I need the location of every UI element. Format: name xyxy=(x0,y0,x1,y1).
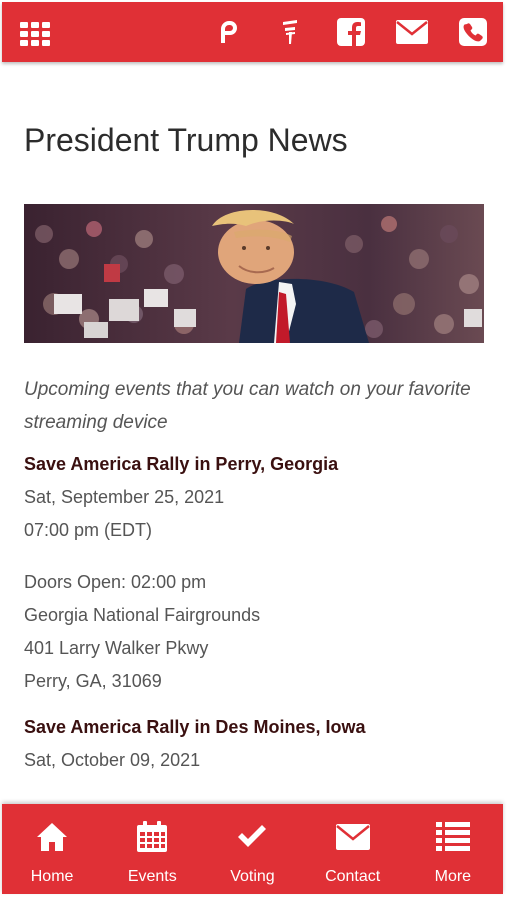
event-item: Save America Rally in Des Moines, Iowa S… xyxy=(24,710,484,777)
calendar-icon xyxy=(135,820,169,854)
event-date: Sat, October 09, 2021 xyxy=(24,750,201,770)
gettr-icon[interactable] xyxy=(274,16,306,48)
event-date: Sat, September 25, 2021 xyxy=(24,487,225,507)
nav-label: Contact xyxy=(325,868,381,885)
nav-label: Home xyxy=(30,868,74,885)
nav-label: Voting xyxy=(230,868,275,885)
events-subtitle: Upcoming events that you can watch on yo… xyxy=(24,379,471,433)
facebook-icon[interactable] xyxy=(335,16,367,48)
envelope-icon xyxy=(335,820,370,854)
bottom-nav: Home Events Voting Contact More xyxy=(2,804,503,894)
main-content: President Trump News Upcoming events tha… xyxy=(24,62,484,802)
event-time: 07:00 pm (EDT) xyxy=(24,520,153,540)
nav-label: Events xyxy=(127,868,177,885)
nav-contact[interactable]: Contact xyxy=(303,804,403,894)
nav-home[interactable]: Home xyxy=(2,804,102,894)
event-venue: Georgia National Fairgrounds xyxy=(24,605,261,625)
home-icon xyxy=(35,820,69,854)
phone-icon[interactable] xyxy=(457,16,489,48)
apps-grid-icon[interactable] xyxy=(20,22,50,46)
parler-icon[interactable] xyxy=(213,16,245,48)
event-city: Perry, GA, 31069 xyxy=(24,671,162,691)
social-icons xyxy=(184,2,489,62)
event-item: Save America Rally in Perry, Georgia Sat… xyxy=(24,447,484,698)
nav-events[interactable]: Events xyxy=(102,804,202,894)
page-title: President Trump News xyxy=(24,122,348,158)
nav-label: More xyxy=(434,868,472,885)
nav-more[interactable]: More xyxy=(403,804,503,894)
list-icon xyxy=(435,820,470,854)
hero-image[interactable] xyxy=(24,204,484,343)
event-address: 401 Larry Walker Pkwy xyxy=(24,638,209,658)
nav-voting[interactable]: Voting xyxy=(202,804,302,894)
event-doors-open: Doors Open: 02:00 pm xyxy=(24,572,207,592)
top-bar xyxy=(2,2,503,62)
event-title[interactable]: Save America Rally in Perry, Georgia xyxy=(24,447,484,481)
checkmark-icon xyxy=(235,820,269,854)
event-title[interactable]: Save America Rally in Des Moines, Iowa xyxy=(24,710,484,744)
email-icon[interactable] xyxy=(396,16,428,48)
